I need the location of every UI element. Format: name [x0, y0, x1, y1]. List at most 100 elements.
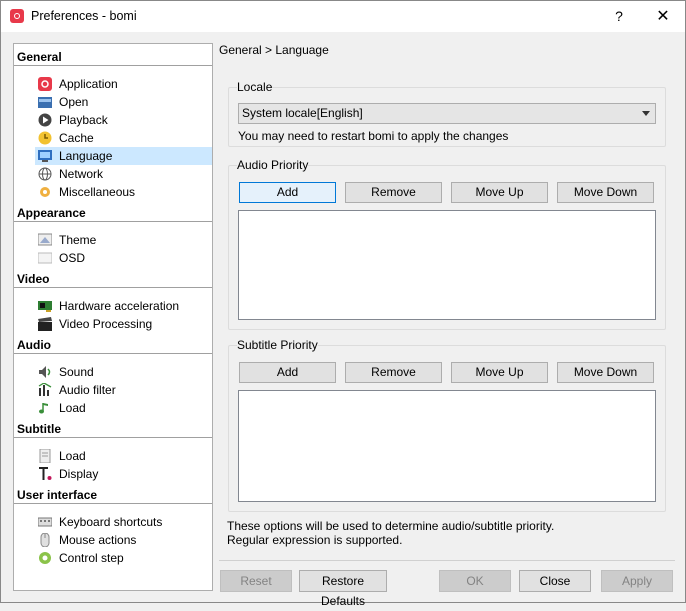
- sidebar-item-label: OSD: [59, 251, 86, 265]
- sidebar-item-theme[interactable]: Theme: [35, 231, 212, 249]
- folder-open-icon: [38, 97, 52, 108]
- help-button[interactable]: ?: [597, 1, 641, 32]
- sidebar-item-label: Display: [59, 467, 99, 481]
- category-divider: [14, 221, 212, 222]
- footer-divider: [219, 560, 675, 561]
- reset-button[interactable]: Reset: [220, 570, 292, 592]
- restart-note: You may need to restart bomi to apply th…: [238, 129, 509, 143]
- play-icon: [38, 113, 52, 127]
- text-display-icon: [39, 467, 52, 480]
- sidebar-item-label: Network: [59, 167, 104, 181]
- priority-info-text: These options will be used to determine …: [227, 519, 555, 533]
- language-icon: [38, 150, 52, 162]
- restore-defaults-button[interactable]: Restore Defaults: [299, 570, 387, 608]
- category-divider: [14, 287, 212, 288]
- clapperboard-icon: [38, 317, 52, 331]
- music-note-icon: [39, 403, 48, 414]
- application-icon: [38, 77, 52, 91]
- sidebar-item-label: Audio filter: [59, 383, 116, 397]
- subtitle-file-icon: [39, 449, 51, 463]
- audio-add-button[interactable]: Add: [239, 182, 336, 203]
- sidebar-item-label: Language: [59, 149, 113, 163]
- sidebar-item-application[interactable]: Application: [35, 75, 212, 93]
- sidebar-item-miscellaneous[interactable]: Miscellaneous: [35, 183, 212, 201]
- window-title: Preferences - bomi: [31, 9, 137, 23]
- sidebar-item-video-processing[interactable]: Video Processing: [35, 315, 212, 333]
- audio-move-up-button[interactable]: Move Up: [451, 182, 548, 203]
- subtitle-priority-list[interactable]: [238, 390, 656, 502]
- sidebar-item-osd[interactable]: OSD: [35, 249, 212, 267]
- sidebar-item-label: Sound: [59, 365, 94, 379]
- sidebar-item-label: Application: [59, 77, 118, 91]
- network-icon: [38, 167, 52, 181]
- sidebar-item-label: Mouse actions: [59, 533, 137, 547]
- title-bar: Preferences - bomi ? ✕: [1, 1, 685, 32]
- subtitle-move-down-button[interactable]: Move Down: [557, 362, 654, 383]
- sidebar-item-language[interactable]: Language: [35, 147, 212, 165]
- control-step-icon: [39, 552, 51, 564]
- sidebar-item-mouse-actions[interactable]: Mouse actions: [35, 531, 212, 549]
- theme-icon: [38, 233, 52, 246]
- audio-filter-icon: [38, 383, 52, 396]
- speaker-icon: [39, 366, 51, 378]
- category-divider: [14, 503, 212, 504]
- subtitle-add-button[interactable]: Add: [239, 362, 336, 383]
- sidebar-item-sound[interactable]: Sound: [35, 363, 212, 381]
- subtitle-move-up-button[interactable]: Move Up: [451, 362, 548, 383]
- ok-button[interactable]: OK: [439, 570, 511, 592]
- category-audio: Audio: [17, 338, 51, 352]
- locale-group-title: Locale: [237, 80, 273, 94]
- category-divider: [14, 437, 212, 438]
- audio-remove-button[interactable]: Remove: [345, 182, 442, 203]
- category-appearance: Appearance: [17, 206, 86, 220]
- gear-icon: [40, 187, 50, 197]
- sidebar-item-display[interactable]: Display: [35, 465, 212, 483]
- sidebar-item-label: Playback: [59, 113, 108, 127]
- keyboard-icon: [38, 517, 52, 527]
- category-video: Video: [17, 272, 50, 286]
- preferences-window: Preferences - bomi ? ✕ General Applicati…: [0, 0, 686, 608]
- subtitle-priority-title: Subtitle Priority: [237, 338, 318, 352]
- sidebar-item-label: Control step: [59, 551, 124, 565]
- sidebar-item-open[interactable]: Open: [35, 93, 212, 111]
- category-user-interface: User interface: [17, 488, 98, 502]
- sidebar-item-label: Cache: [59, 131, 94, 145]
- sidebar-item-audio-filter[interactable]: Audio filter: [35, 381, 212, 399]
- audio-priority-list[interactable]: [238, 210, 656, 320]
- locale-select-value: System locale[English]: [242, 106, 363, 120]
- sidebar-item-label: Hardware acceleration: [59, 299, 180, 313]
- sidebar-item-label: Miscellaneous: [59, 185, 136, 199]
- cache-icon: [38, 131, 52, 145]
- sidebar-item-cache[interactable]: Cache: [35, 129, 212, 147]
- sidebar-item-hardware-acceleration[interactable]: Hardware acceleration: [35, 297, 212, 315]
- category-divider: [14, 353, 212, 354]
- sidebar-item-subtitle-load[interactable]: Load: [35, 447, 212, 465]
- breadcrumb: General > Language: [219, 43, 329, 57]
- audio-priority-title: Audio Priority: [237, 158, 309, 172]
- audio-move-down-button[interactable]: Move Down: [557, 182, 654, 203]
- sidebar-item-label: Theme: [59, 233, 97, 247]
- sidebar-item-keyboard-shortcuts[interactable]: Keyboard shortcuts: [35, 513, 212, 531]
- sidebar-item-playback[interactable]: Playback: [35, 111, 212, 129]
- sidebar-item-control-step[interactable]: Control step: [35, 549, 212, 567]
- chevron-down-icon: [642, 111, 650, 116]
- category-subtitle: Subtitle: [17, 422, 61, 436]
- bomi-app-icon: [10, 9, 24, 23]
- close-button[interactable]: Close: [519, 570, 591, 592]
- subtitle-remove-button[interactable]: Remove: [345, 362, 442, 383]
- locale-select[interactable]: System locale[English]: [238, 103, 656, 124]
- sidebar-item-label: Keyboard shortcuts: [59, 515, 163, 529]
- close-window-button[interactable]: ✕: [641, 1, 685, 32]
- sidebar-item-audio-load[interactable]: Load: [35, 399, 212, 417]
- regex-info-text: Regular expression is supported.: [227, 533, 403, 547]
- sidebar-item-label: Load: [59, 401, 86, 415]
- preferences-sidebar: General Application Open Playback Cache …: [13, 43, 213, 591]
- mouse-icon: [40, 533, 50, 547]
- sidebar-item-label: Video Processing: [59, 317, 153, 331]
- sidebar-item-label: Load: [59, 449, 86, 463]
- apply-button[interactable]: Apply: [601, 570, 673, 592]
- osd-icon: [38, 252, 52, 264]
- category-divider: [14, 65, 212, 66]
- sidebar-item-label: Open: [59, 95, 89, 109]
- sidebar-item-network[interactable]: Network: [35, 165, 212, 183]
